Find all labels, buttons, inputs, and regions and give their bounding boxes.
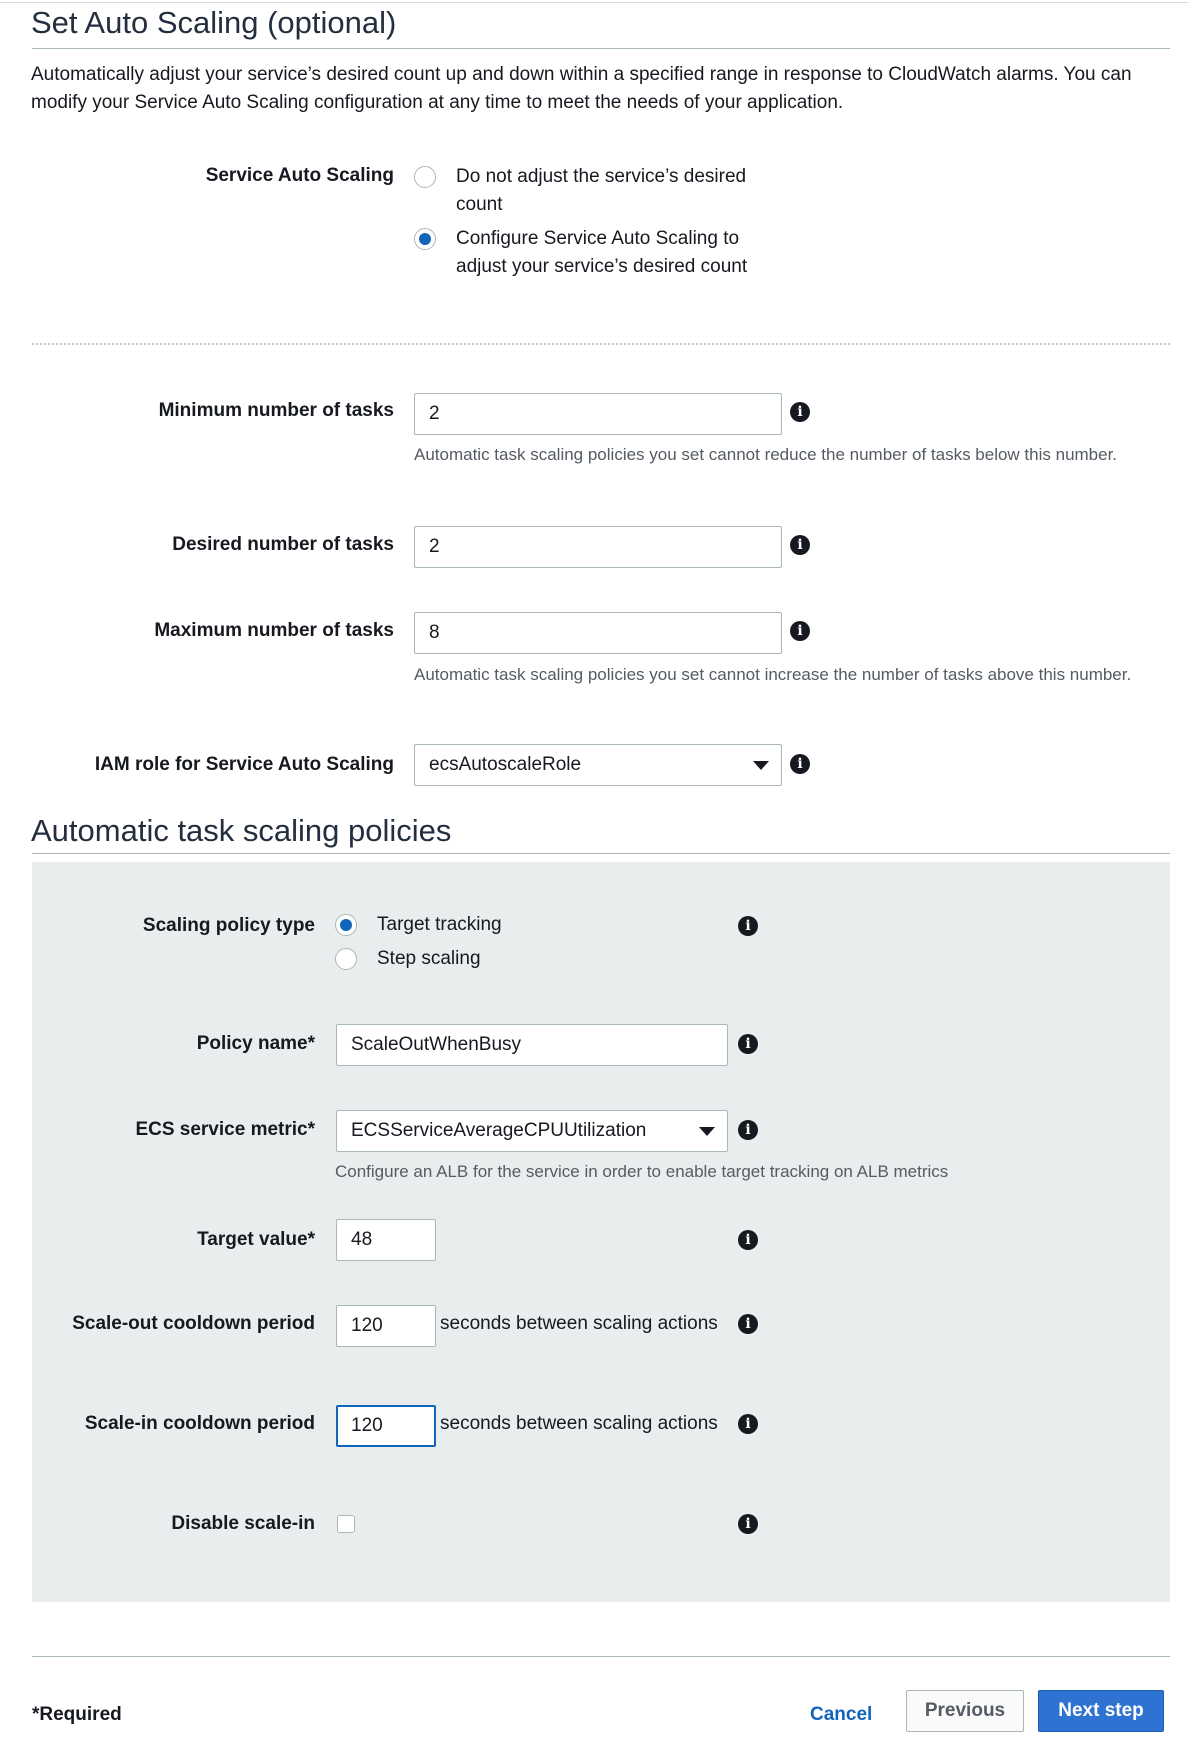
footer-divider: [32, 1656, 1170, 1657]
required-note: *Required: [32, 1704, 122, 1725]
min-tasks-input[interactable]: 2: [414, 393, 782, 435]
previous-button[interactable]: Previous: [906, 1690, 1024, 1732]
policy-name-info-icon[interactable]: i: [738, 1034, 758, 1054]
min-tasks-label: Minimum number of tasks: [158, 400, 394, 421]
radio-configure-auto-scaling-label: Configure Service Auto Scaling to adjust…: [456, 228, 748, 277]
cancel-button[interactable]: Cancel: [810, 1704, 872, 1726]
max-tasks-help: Automatic task scaling policies you set …: [414, 665, 1132, 684]
radio-target-tracking[interactable]: [335, 914, 357, 936]
service-auto-scaling-label: Service Auto Scaling: [205, 165, 394, 186]
min-tasks-info-icon[interactable]: i: [790, 402, 810, 422]
ecs-metric-help: Configure an ALB for the service in orde…: [335, 1162, 949, 1181]
radio-do-not-adjust-label: Do not adjust the service’s desired coun…: [456, 166, 747, 215]
radio-target-tracking-label: Target tracking: [377, 914, 502, 935]
desired-tasks-label: Desired number of tasks: [172, 534, 394, 555]
section-title-auto-scaling: Set Auto Scaling (optional): [31, 5, 397, 40]
scale-out-info-icon[interactable]: i: [738, 1314, 758, 1334]
iam-role-label: IAM role for Service Auto Scaling: [94, 754, 394, 775]
scale-out-suffix: seconds between scaling actions: [440, 1313, 718, 1334]
radio-configure-auto-scaling[interactable]: [414, 228, 436, 250]
scale-out-input[interactable]: 120: [336, 1305, 436, 1347]
scale-in-input[interactable]: 120: [336, 1405, 436, 1447]
ecs-metric-label: ECS service metric*: [135, 1119, 315, 1140]
ecs-metric-info-icon[interactable]: i: [738, 1120, 758, 1140]
top-border: [0, 2, 1188, 3]
disable-scale-in-info-icon[interactable]: i: [738, 1514, 758, 1534]
ecs-metric-select-value: ECSServiceAverageCPUUtilization: [351, 1120, 647, 1141]
scale-in-label: Scale-in cooldown period: [84, 1413, 315, 1434]
section-title-divider: [32, 48, 1170, 49]
scale-in-info-icon[interactable]: i: [738, 1414, 758, 1434]
max-tasks-label: Maximum number of tasks: [154, 620, 394, 641]
chevron-down-icon: [753, 761, 769, 770]
policy-name-input[interactable]: ScaleOutWhenBusy: [336, 1024, 728, 1066]
iam-role-info-icon[interactable]: i: [790, 754, 810, 774]
disable-scale-in-checkbox[interactable]: [337, 1515, 355, 1533]
section-description: Automatically adjust your service’s desi…: [31, 64, 1132, 113]
section-divider-dotted: [32, 343, 1170, 345]
iam-role-select[interactable]: ecsAutoscaleRole: [414, 744, 782, 786]
target-value-label: Target value*: [197, 1229, 315, 1250]
radio-step-scaling[interactable]: [335, 948, 357, 970]
chevron-down-icon: [699, 1127, 715, 1136]
max-tasks-input[interactable]: 8: [414, 612, 782, 654]
max-tasks-info-icon[interactable]: i: [790, 621, 810, 641]
target-value-info-icon[interactable]: i: [738, 1230, 758, 1250]
desired-tasks-info-icon[interactable]: i: [790, 535, 810, 555]
scale-in-suffix: seconds between scaling actions: [440, 1413, 718, 1434]
policy-name-label: Policy name*: [196, 1033, 315, 1054]
radio-step-scaling-label: Step scaling: [377, 948, 481, 969]
next-step-button[interactable]: Next step: [1038, 1690, 1164, 1732]
policy-type-label: Scaling policy type: [142, 915, 315, 936]
policies-title-divider: [32, 853, 1170, 854]
ecs-metric-select[interactable]: ECSServiceAverageCPUUtilization: [336, 1110, 728, 1152]
min-tasks-help: Automatic task scaling policies you set …: [414, 445, 1118, 464]
policy-type-info-icon[interactable]: i: [738, 916, 758, 936]
scale-out-label: Scale-out cooldown period: [72, 1313, 315, 1334]
disable-scale-in-label: Disable scale-in: [171, 1513, 315, 1534]
radio-do-not-adjust[interactable]: [414, 166, 436, 188]
desired-tasks-input[interactable]: 2: [414, 526, 782, 568]
target-value-input[interactable]: 48: [336, 1219, 436, 1261]
iam-role-select-value: ecsAutoscaleRole: [429, 754, 582, 775]
section-title-policies: Automatic task scaling policies: [31, 813, 452, 848]
